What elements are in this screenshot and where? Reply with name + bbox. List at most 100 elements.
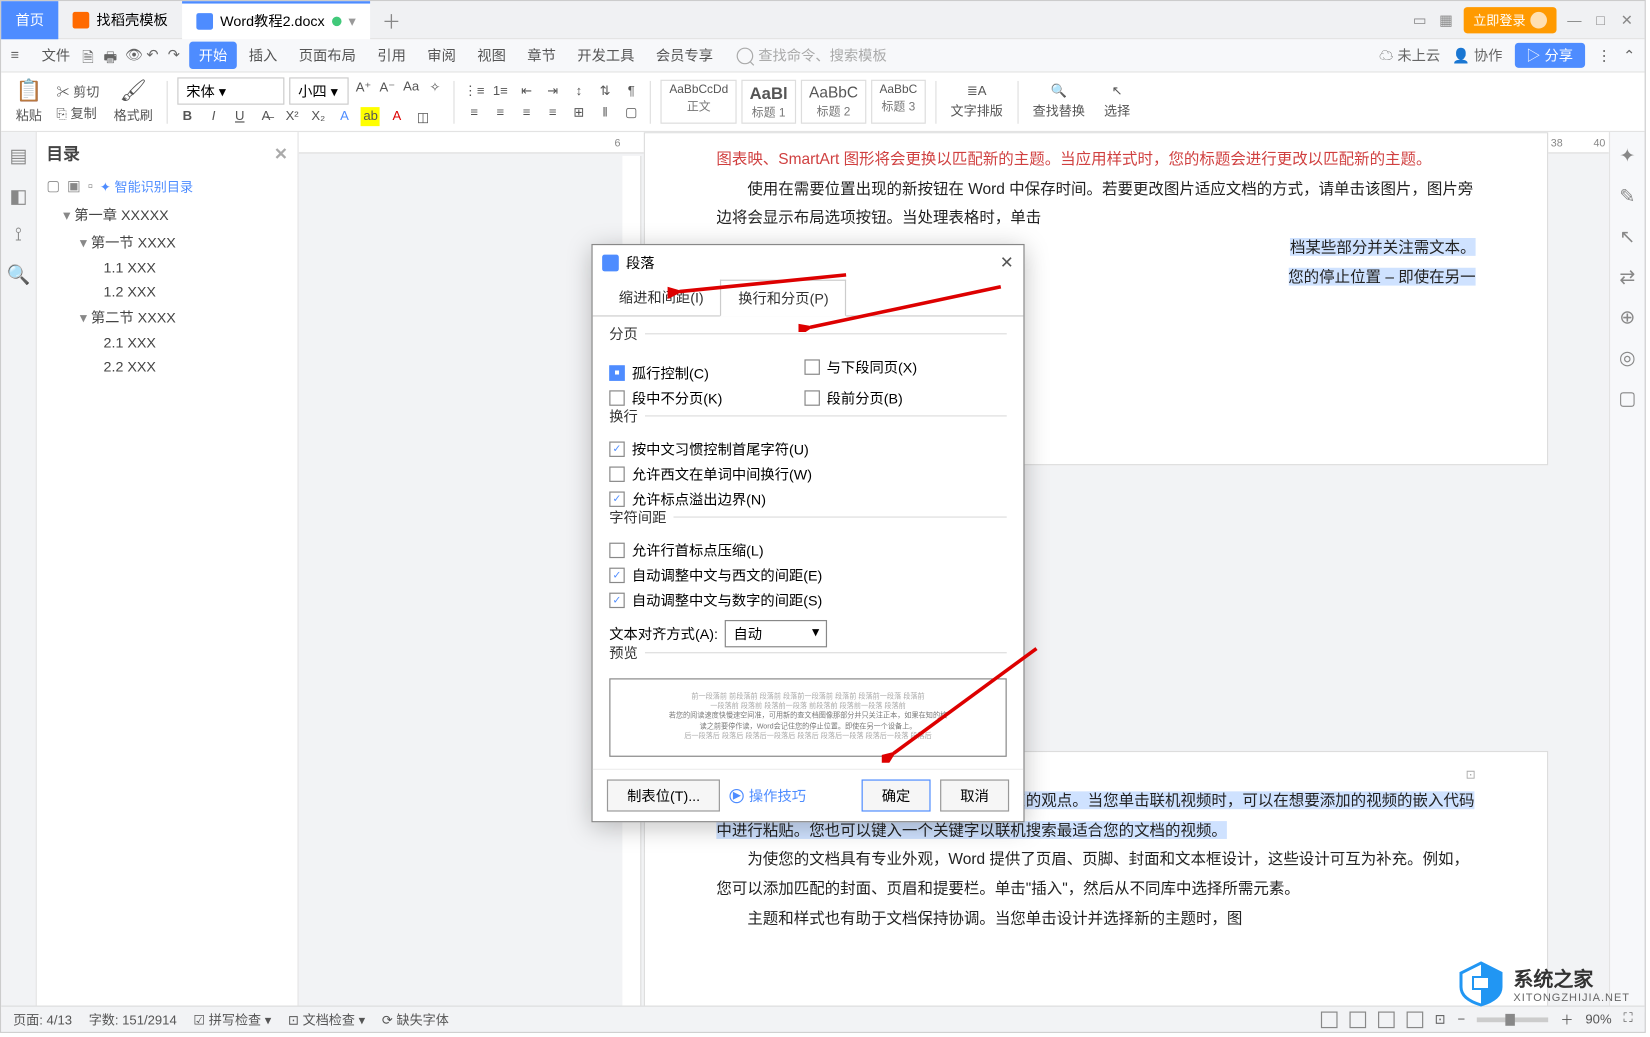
- grow-font-icon[interactable]: A⁺: [354, 77, 373, 96]
- smart-outline-button[interactable]: ✦ 智能识别目录: [100, 177, 193, 196]
- select-button[interactable]: ↖选择: [1099, 83, 1135, 120]
- tab-templates[interactable]: 找稻壳模板: [58, 1, 182, 39]
- italic-icon[interactable]: I: [204, 107, 223, 126]
- rb-spark-icon[interactable]: ✦: [1619, 144, 1635, 168]
- shading-icon[interactable]: ◫: [414, 107, 433, 126]
- tab-dropdown-icon[interactable]: ▾: [348, 12, 355, 29]
- redo-icon[interactable]: ↷: [168, 46, 187, 65]
- status-missfont[interactable]: ⟳ 缺失字体: [382, 1010, 449, 1029]
- fontsize-select[interactable]: 小四 ▾: [290, 77, 350, 104]
- numbering-icon[interactable]: 1≡: [491, 82, 510, 101]
- view-page-icon[interactable]: [1320, 1011, 1337, 1028]
- tabstop-button[interactable]: 制表位(T)...: [607, 779, 720, 811]
- menu-insert[interactable]: 插入: [239, 42, 287, 69]
- ok-button[interactable]: 确定: [862, 779, 931, 811]
- menu-section[interactable]: 章节: [518, 42, 566, 69]
- cancel-button[interactable]: 取消: [940, 779, 1009, 811]
- minimize-button[interactable]: —: [1566, 11, 1583, 28]
- fullscreen-icon[interactable]: ⛶: [1624, 1012, 1633, 1027]
- chk-widow-control[interactable]: 孤行控制(C): [609, 361, 800, 386]
- chk-cjk-linebreak[interactable]: 按中文习惯控制首尾字符(U): [609, 437, 1006, 462]
- distribute-icon[interactable]: ⊞: [569, 103, 588, 122]
- outline-expand-icon[interactable]: ▢: [46, 177, 59, 196]
- chk-keep-together[interactable]: 段中不分页(K): [609, 386, 800, 411]
- collapse-icon[interactable]: ⌃: [1623, 47, 1635, 64]
- chk-compress-punct[interactable]: 允许行首标点压缩(L): [609, 538, 1006, 563]
- new-tab-button[interactable]: ＋: [370, 5, 413, 34]
- menu-layout[interactable]: 页面布局: [289, 42, 365, 69]
- tab-home[interactable]: 首页: [1, 1, 58, 39]
- tree-item-2-1[interactable]: 2.1 XXX: [46, 331, 288, 355]
- menu-view[interactable]: 视图: [468, 42, 516, 69]
- outline-collapse-icon[interactable]: ▣: [67, 177, 80, 196]
- layout-icon[interactable]: ▭: [1411, 11, 1428, 28]
- share-button[interactable]: ▷ 分享: [1514, 43, 1585, 68]
- text-align-select[interactable]: 自动▾: [725, 620, 827, 647]
- status-doccheck[interactable]: ⊡ 文档检查 ▾: [288, 1010, 365, 1029]
- close-button[interactable]: ✕: [1618, 11, 1635, 28]
- zoom-in-icon[interactable]: ＋: [1560, 1010, 1573, 1029]
- tree-item-1-2[interactable]: 1.2 XXX: [46, 280, 288, 304]
- linespace-icon[interactable]: ↕: [569, 82, 588, 101]
- superscript-icon[interactable]: X²: [283, 107, 302, 126]
- menu-file[interactable]: 文件: [32, 42, 80, 69]
- view-web-icon[interactable]: [1378, 1011, 1395, 1028]
- rb-target-icon[interactable]: ◎: [1619, 346, 1636, 370]
- dialog-close-button[interactable]: ✕: [1000, 252, 1014, 272]
- style-h2[interactable]: AaBbC标题 2: [801, 80, 867, 124]
- coop-button[interactable]: 👤 协作: [1452, 45, 1502, 65]
- tab-document[interactable]: Word教程2.docx ▾: [182, 1, 370, 39]
- tree-chapter-1[interactable]: 第一章 XXXXX: [46, 201, 288, 228]
- chk-auto-cjk-latin[interactable]: 自动调整中文与西文的间距(E): [609, 563, 1006, 588]
- sort-icon[interactable]: ⇅: [596, 82, 615, 101]
- tree-section-1-1[interactable]: 第一节 XXXX: [46, 228, 288, 255]
- dialog-tab-pagebreak[interactable]: 换行和分页(P): [720, 280, 846, 317]
- align-left-icon[interactable]: ≡: [465, 103, 484, 122]
- zoom-value[interactable]: 90%: [1585, 1012, 1611, 1026]
- chk-page-break-before[interactable]: 段前分页(B): [804, 386, 995, 411]
- align-center-icon[interactable]: ≡: [491, 103, 510, 122]
- style-gallery[interactable]: AaBbCcDd正文 AaBl标题 1 AaBbC标题 2 AaBbC标题 3: [661, 80, 925, 124]
- tips-link[interactable]: ▶操作技巧: [730, 785, 806, 805]
- highlight-icon[interactable]: ab: [361, 107, 380, 126]
- paste-group[interactable]: 📋 粘贴: [11, 79, 47, 125]
- underline-icon[interactable]: U: [230, 107, 249, 126]
- outline-close-icon[interactable]: ✕: [274, 143, 288, 163]
- bold-icon[interactable]: B: [178, 107, 197, 126]
- border-icon[interactable]: ▢: [622, 103, 641, 122]
- rb-link-icon[interactable]: ⊕: [1619, 306, 1635, 330]
- menu-vip[interactable]: 会员专享: [646, 42, 722, 69]
- findreplace-button[interactable]: 🔍查找替换: [1028, 83, 1090, 120]
- align-right-icon[interactable]: ≡: [517, 103, 536, 122]
- status-words[interactable]: 字数: 151/2914: [89, 1010, 177, 1029]
- menu-review[interactable]: 审阅: [418, 42, 466, 69]
- font-select[interactable]: 宋体 ▾: [178, 77, 285, 104]
- print-icon[interactable]: 🖶: [104, 46, 123, 65]
- align-justify-icon[interactable]: ≡: [543, 103, 562, 122]
- status-spell[interactable]: ☑ 拼写检查 ▾: [193, 1010, 271, 1029]
- status-page[interactable]: 页面: 4/13: [13, 1010, 72, 1029]
- change-case-icon[interactable]: Aa: [402, 77, 421, 96]
- subscript-icon[interactable]: X₂: [309, 107, 328, 126]
- save-icon[interactable]: 🗎: [82, 46, 101, 65]
- chk-latin-wrap[interactable]: 允许西文在单词中间换行(W): [609, 462, 1006, 487]
- outline-tool-icon[interactable]: ▤: [9, 144, 27, 168]
- nav-tool-icon[interactable]: ◧: [9, 184, 27, 208]
- tree-section-1-2[interactable]: 第二节 XXXX: [46, 303, 288, 330]
- outdent-icon[interactable]: ⇤: [517, 82, 536, 101]
- tree-item-2-2[interactable]: 2.2 XXX: [46, 355, 288, 379]
- cloud-status[interactable]: ☁ 未上云: [1379, 45, 1440, 65]
- showmarks-icon[interactable]: ¶: [622, 82, 641, 101]
- rb-cursor-icon[interactable]: ↖: [1619, 225, 1635, 249]
- menu-icon[interactable]: ≡: [11, 46, 30, 65]
- menu-start[interactable]: 开始: [189, 42, 237, 69]
- shrink-font-icon[interactable]: A⁻: [378, 77, 397, 96]
- tree-item-1-1[interactable]: 1.1 XXX: [46, 256, 288, 280]
- login-button[interactable]: 立即登录: [1464, 7, 1557, 33]
- dialog-tab-indent[interactable]: 缩进和间距(I): [602, 280, 720, 316]
- view-outline-icon[interactable]: [1349, 1011, 1366, 1028]
- more-icon[interactable]: ⋮: [1597, 47, 1611, 64]
- rb-settings-icon[interactable]: ⇄: [1619, 265, 1635, 289]
- chk-hanging-punct[interactable]: 允许标点溢出边界(N): [609, 487, 1006, 512]
- preview-icon[interactable]: 👁: [125, 46, 144, 65]
